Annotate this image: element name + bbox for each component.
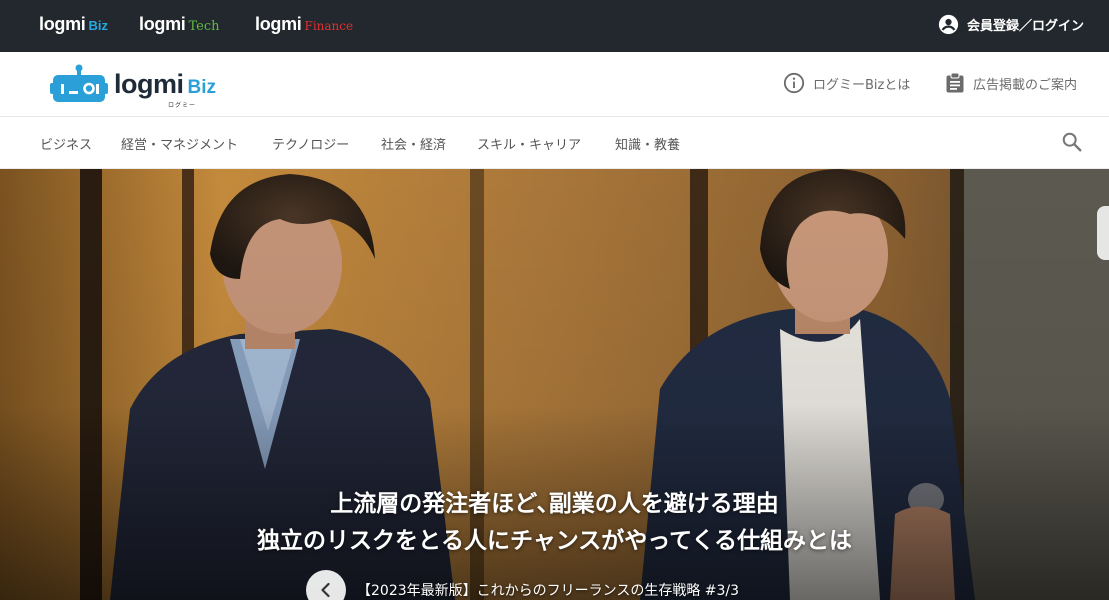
site-logo-sub: Tech (188, 19, 220, 34)
logmi-biz-logo[interactable]: logmi Biz ログミー (50, 64, 217, 109)
hero-title-line2[interactable]: 独立のリスクをとる人にチャンスがやってくる仕組みとは (0, 521, 1109, 555)
ads-label: 広告掲載のご案内 (973, 77, 1078, 93)
robot-logo-icon (50, 64, 108, 102)
category-technology[interactable]: テクノロジー (272, 134, 349, 153)
category-skill-career[interactable]: スキル・キャリア (477, 134, 581, 153)
category-nav: ビジネス 経営・マネジメント テクノロジー 社会・経済 スキル・キャリア 知識・… (0, 117, 1109, 169)
site-logo-base: logmi (39, 14, 86, 34)
brand-sub: Biz (187, 76, 217, 98)
account-circle-icon (938, 14, 959, 35)
brand-main: logmi (114, 68, 184, 99)
site-logo-base: logmi (255, 14, 302, 34)
category-management[interactable]: 経営・マネジメント (121, 134, 238, 153)
hero-banner[interactable]: 上流層の発注者ほど､副業の人を避ける理由 独立のリスクをとる人にチャンスがやって… (0, 169, 1109, 600)
info-icon (783, 72, 805, 94)
logmi-finance-link[interactable]: logmi Finance (255, 14, 353, 38)
about-link[interactable]: ログミーBizとは (783, 72, 910, 94)
search-button[interactable] (1061, 131, 1083, 157)
network-bar: logmi Biz logmi Tech logmi Finance 会員登録／… (0, 0, 1109, 52)
hero-title-line1[interactable]: 上流層の発注者ほど､副業の人を避ける理由 (0, 484, 1109, 518)
site-logo-sub: Finance (304, 19, 354, 33)
category-business[interactable]: ビジネス (40, 134, 92, 153)
login-link[interactable]: 会員登録／ログイン (938, 14, 1084, 35)
brand-kana: ログミー (168, 101, 197, 109)
hero-series-label[interactable]: 【2023年最新版】これからのフリーランスの生存戦略 #3/3 (357, 580, 739, 600)
site-logo-sub: Biz (88, 18, 109, 33)
ads-link[interactable]: 広告掲載のご案内 (945, 72, 1077, 94)
about-label: ログミーBizとは (813, 77, 911, 93)
brand-wordmark: logmi Biz ログミー (114, 68, 217, 109)
category-society-economy[interactable]: 社会・経済 (381, 134, 446, 153)
chevron-left-icon (321, 582, 330, 598)
clipboard-icon (946, 72, 964, 93)
category-knowledge[interactable]: 知識・教養 (615, 134, 680, 153)
logmi-biz-link[interactable]: logmi Biz (39, 14, 108, 38)
site-logo-base: logmi (139, 14, 186, 34)
site-header: logmi Biz ログミー ログミーBizとは 広告掲載のご案内 (0, 52, 1109, 117)
search-icon (1062, 132, 1082, 152)
login-label: 会員登録／ログイン (966, 19, 1084, 34)
logmi-tech-link[interactable]: logmi Tech (139, 14, 220, 38)
next-arrow-edge[interactable] (1097, 206, 1109, 260)
